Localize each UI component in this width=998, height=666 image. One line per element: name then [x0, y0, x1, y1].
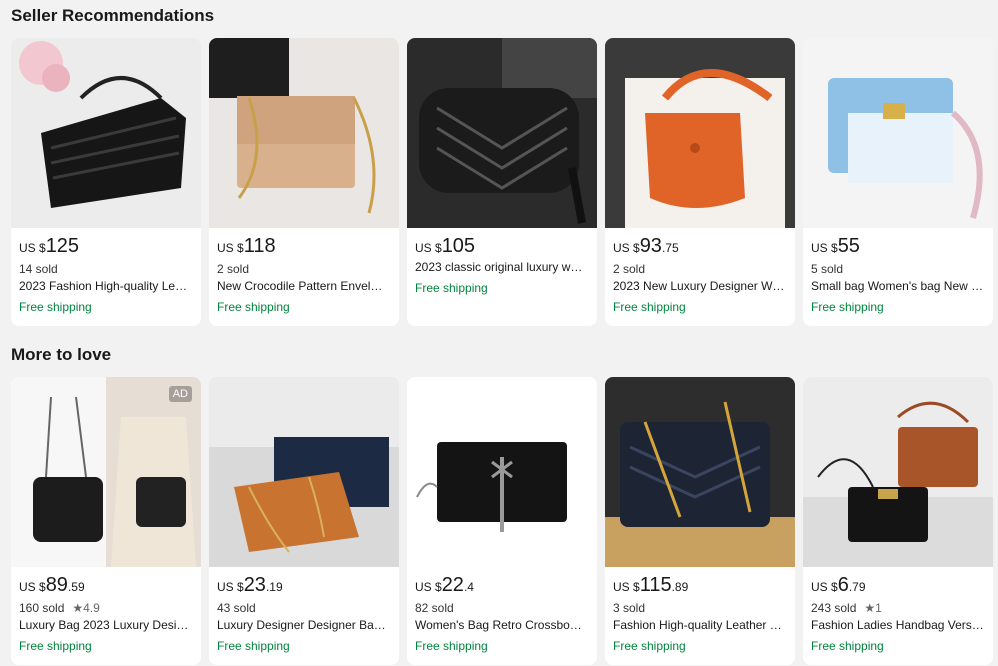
- price-decimal: .4: [463, 580, 474, 594]
- seller-recommendations-row: US $125 14 sold 2023 Fashion High-qualit…: [11, 38, 993, 326]
- currency-label: US $: [217, 580, 244, 594]
- price-integer: 23: [243, 574, 266, 596]
- product-image[interactable]: [11, 38, 201, 228]
- product-title[interactable]: Fashion High-quality Leather …: [613, 618, 787, 634]
- price-integer: 55: [837, 235, 860, 257]
- sold-count: 160 sold: [19, 601, 65, 615]
- product-title[interactable]: New Crocodile Pattern Envel…: [217, 279, 391, 295]
- section-title-more-to-love: More to love: [11, 345, 112, 364]
- currency-label: US $: [19, 580, 46, 594]
- product-card[interactable]: US $55 5 sold Small bag Women's bag New …: [803, 38, 993, 326]
- product-image[interactable]: [407, 38, 597, 228]
- product-image[interactable]: [407, 377, 597, 567]
- shipping-label: Free shipping: [811, 639, 884, 653]
- product-image[interactable]: [209, 377, 399, 567]
- product-title[interactable]: Luxury Designer Designer Ba…: [217, 618, 391, 634]
- product-image[interactable]: [605, 377, 795, 567]
- price-integer: 115: [639, 574, 672, 596]
- product-card[interactable]: US $118 2 sold New Crocodile Pattern Env…: [209, 38, 399, 326]
- sold-count: 2 sold: [217, 262, 250, 276]
- price-integer: 105: [441, 235, 476, 257]
- star-rating: ★1: [864, 601, 882, 615]
- price-integer: 89: [45, 574, 68, 596]
- shipping-label: Free shipping: [415, 639, 488, 653]
- currency-label: US $: [613, 580, 640, 594]
- shipping-label: Free shipping: [19, 639, 92, 653]
- sold-count: 82 sold: [415, 601, 454, 615]
- product-title[interactable]: 2023 Fashion High-quality Le…: [19, 279, 193, 295]
- sold-count: 14 sold: [19, 262, 58, 276]
- currency-label: US $: [415, 580, 442, 594]
- product-card[interactable]: US $115.89 3 sold Fashion High-quality L…: [605, 377, 795, 665]
- price-decimal: .89: [671, 580, 689, 594]
- shipping-label: Free shipping: [613, 300, 686, 314]
- ad-badge: AD: [168, 386, 192, 402]
- price-integer: 125: [45, 235, 80, 257]
- product-image[interactable]: [803, 377, 993, 567]
- product-image[interactable]: [803, 38, 993, 228]
- shipping-label: Free shipping: [19, 300, 92, 314]
- currency-label: US $: [217, 241, 244, 255]
- price-decimal: .79: [848, 580, 866, 594]
- currency-label: US $: [811, 241, 838, 255]
- product-title[interactable]: Luxury Bag 2023 Luxury Desi…: [19, 618, 193, 634]
- more-to-love-row: AD US $89.59 160 sold ★4.9 Luxury Bag 202…: [11, 377, 993, 665]
- product-card[interactable]: US $23.19 43 sold Luxury Designer Design…: [209, 377, 399, 665]
- sold-count: 243 sold: [811, 601, 857, 615]
- product-card[interactable]: US $93.75 2 sold 2023 New Luxury Designe…: [605, 38, 795, 326]
- product-card[interactable]: AD US $89.59 160 sold ★4.9 Luxury Bag 202…: [11, 377, 201, 665]
- star-rating: ★4.9: [72, 601, 100, 615]
- sold-count: 2 sold: [613, 262, 646, 276]
- sold-count: 5 sold: [811, 262, 844, 276]
- sold-count: 3 sold: [613, 601, 646, 615]
- product-card[interactable]: US $6.79 243 sold ★1 Fashion Ladies Handb…: [803, 377, 993, 665]
- sold-count: 43 sold: [217, 601, 256, 615]
- price-decimal: .19: [265, 580, 283, 594]
- section-title-seller-recommendations: Seller Recommendations: [11, 6, 215, 25]
- product-card[interactable]: US $125 14 sold 2023 Fashion High-qualit…: [11, 38, 201, 326]
- shipping-label: Free shipping: [217, 639, 290, 653]
- shipping-label: Free shipping: [217, 300, 290, 314]
- product-title[interactable]: Small bag Women's bag New …: [811, 279, 985, 295]
- price-integer: 118: [243, 235, 276, 257]
- product-image[interactable]: [605, 38, 795, 228]
- product-title[interactable]: Women's Bag Retro Crossbo…: [415, 618, 589, 634]
- currency-label: US $: [613, 241, 640, 255]
- price-integer: 22: [441, 574, 464, 596]
- product-image[interactable]: AD: [11, 377, 201, 567]
- price-decimal: .59: [67, 580, 85, 594]
- shipping-label: Free shipping: [415, 281, 488, 295]
- price-integer: 93: [639, 235, 662, 257]
- currency-label: US $: [415, 241, 442, 255]
- product-title[interactable]: 2023 New Luxury Designer W…: [613, 279, 787, 295]
- currency-label: US $: [811, 580, 838, 594]
- product-card[interactable]: US $22.4 82 sold Women's Bag Retro Cross…: [407, 377, 597, 665]
- shipping-label: Free shipping: [613, 639, 686, 653]
- product-title[interactable]: 2023 classic original luxury w…: [415, 260, 589, 276]
- price-integer: 6: [837, 574, 849, 596]
- price-decimal: .75: [661, 241, 679, 255]
- currency-label: US $: [19, 241, 46, 255]
- product-card[interactable]: US $105 2023 classic original luxury w… …: [407, 38, 597, 326]
- product-image[interactable]: [209, 38, 399, 228]
- shipping-label: Free shipping: [811, 300, 884, 314]
- product-title[interactable]: Fashion Ladies Handbag Vers…: [811, 618, 985, 634]
